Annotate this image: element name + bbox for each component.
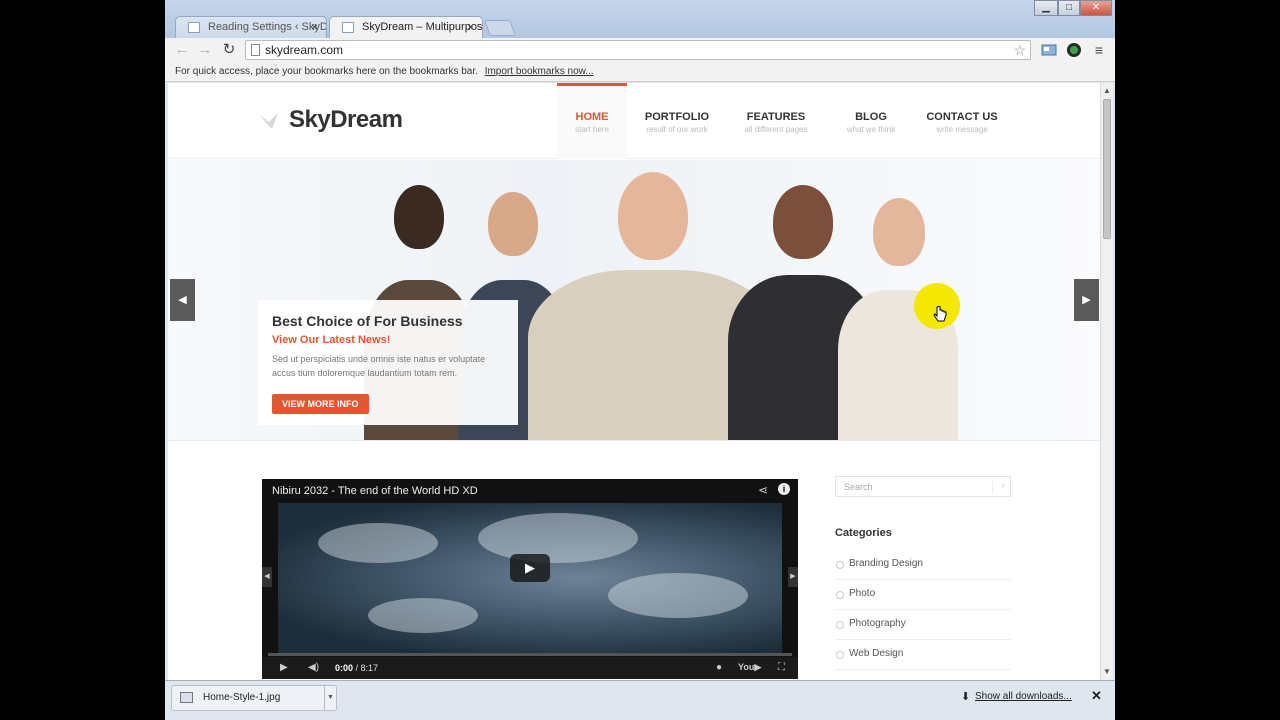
download-arrow-icon: ⬇ [961, 691, 971, 703]
bookmarks-bar: For quick access, place your bookmarks h… [165, 62, 1115, 82]
page-favicon-icon [188, 22, 200, 33]
nav-label: HOME [575, 111, 609, 123]
current-time: 0:00 [335, 663, 354, 673]
settings-icon[interactable]: ● [716, 662, 722, 673]
reload-icon[interactable]: ↻ [220, 41, 238, 59]
search-icon[interactable]: ⌕ [992, 480, 1006, 494]
chevron-down-icon[interactable]: ▼ [324, 686, 336, 710]
image-file-icon [180, 692, 193, 703]
browser-window: Reading Settings ‹ SkyDre × SkyDream – M… [165, 0, 1115, 720]
slide-caption: Best Choice of For Business View Our Lat… [258, 300, 518, 425]
nav-portfolio[interactable]: PORTFOLIO result of our work [632, 83, 722, 159]
site-logo[interactable]: SkyDream [289, 106, 403, 134]
tab-title: SkyDream – Multipurpose [362, 21, 483, 33]
show-all-label: Show all downloads... [975, 691, 1072, 702]
nav-sublabel: result of our work [646, 125, 708, 134]
caption-text: Sed ut perspiciatis unde omnis iste natu… [272, 354, 486, 378]
fullscreen-icon[interactable]: ⛶ [778, 662, 785, 673]
category-branding-design[interactable]: Branding Design [835, 550, 1011, 580]
browser-toolbar: ← → ↻ skydream.com ☆ ≡ [165, 38, 1115, 62]
tab-close-icon[interactable]: × [311, 20, 318, 34]
video-progress[interactable] [268, 653, 792, 656]
search-placeholder: Search [844, 482, 873, 492]
forward-arrow-icon[interactable]: → [196, 41, 214, 59]
nav-label: BLOG [855, 111, 887, 123]
video-time: 0:00 / 8:17 [335, 663, 378, 673]
url-text: skydream.com [265, 43, 344, 57]
play-icon[interactable]: ▶ [280, 662, 288, 673]
tab-strip: Reading Settings ‹ SkyDre × SkyDream – M… [165, 0, 1115, 38]
video-prev-icon[interactable]: ◀ [262, 567, 272, 587]
nav-label: PORTFOLIO [644, 111, 710, 123]
window-close-button[interactable]: ✕ [1080, 0, 1112, 16]
download-filename: Home-Style-1.jpg [203, 692, 281, 703]
web-page: SkyDream HOME start here PORTFOLIO resul… [168, 83, 1100, 680]
volume-icon[interactable]: ◀) [308, 662, 319, 673]
back-arrow-icon[interactable]: ← [173, 41, 191, 59]
show-all-downloads-link[interactable]: ⬇ Show all downloads... [961, 691, 1072, 703]
close-downloads-icon[interactable]: ✕ [1091, 688, 1102, 704]
tab-close-icon[interactable]: × [467, 20, 474, 34]
scrollbar-thumb[interactable] [1103, 99, 1111, 239]
hero-slider: ◀ ▶ Best Choice of For Business View Our… [168, 160, 1100, 441]
maximize-button[interactable]: □ [1058, 0, 1080, 16]
nav-contact[interactable]: CONTACT US write message [917, 83, 1007, 159]
bookmark-star-icon[interactable]: ☆ [1013, 41, 1026, 59]
search-input[interactable]: Search ⌕ [835, 476, 1011, 497]
play-button-icon[interactable]: ▶ [510, 554, 550, 582]
nav-home[interactable]: HOME start here [557, 83, 627, 159]
nav-blog[interactable]: BLOG what we think [831, 83, 911, 159]
bird-logo-icon [260, 113, 278, 129]
page-icon [251, 44, 260, 56]
share-icon[interactable]: ⋖ [758, 483, 768, 497]
tab-reading-settings[interactable]: Reading Settings ‹ SkyDre × [175, 16, 327, 38]
scroll-down-icon[interactable]: ▼ [1103, 667, 1111, 676]
caption-title: Best Choice of For Business [272, 313, 463, 329]
category-web-design[interactable]: Web Design [835, 640, 1011, 670]
video-player[interactable]: Nibiru 2032 - The end of the World HD XD… [262, 479, 798, 679]
duration: / 8:17 [355, 663, 379, 673]
hand-cursor-icon [933, 306, 947, 322]
new-tab-button[interactable] [484, 20, 516, 36]
categories-title: Categories [835, 527, 892, 539]
page-scrollbar[interactable]: ▲ ▼ [1100, 83, 1113, 680]
video-next-icon[interactable]: ▶ [788, 567, 798, 587]
caption-subtitle[interactable]: View Our Latest News! [272, 334, 504, 346]
scroll-up-icon[interactable]: ▲ [1103, 86, 1111, 95]
nav-sublabel: start here [575, 125, 609, 134]
view-more-info-button[interactable]: VIEW MORE INFO [272, 394, 369, 414]
slider-next-arrow-icon[interactable]: ▶ [1074, 279, 1099, 321]
nav-sublabel: all different pages [744, 125, 808, 134]
import-bookmarks-link[interactable]: Import bookmarks now... [485, 66, 594, 77]
minimize-button[interactable]: ▁ [1034, 0, 1058, 16]
nav-sublabel: what we think [846, 125, 896, 134]
tab-title: Reading Settings ‹ SkyDre [208, 21, 327, 33]
bookmarks-hint: For quick access, place your bookmarks h… [175, 66, 478, 77]
site-header: SkyDream HOME start here PORTFOLIO resul… [168, 83, 1100, 159]
nav-label: CONTACT US [926, 111, 998, 123]
nav-features[interactable]: FEATURES all different pages [731, 83, 821, 159]
youtube-logo-icon[interactable]: You▶ [738, 662, 761, 673]
extension-icon[interactable] [1041, 42, 1057, 58]
downloads-bar: Home-Style-1.jpg ▼ ⬇ Show all downloads.… [165, 680, 1115, 720]
video-title[interactable]: Nibiru 2032 - The end of the World HD XD [272, 485, 478, 497]
extension-circle-icon[interactable] [1066, 42, 1082, 58]
category-photography[interactable]: Photography [835, 610, 1011, 640]
category-photo[interactable]: Photo [835, 580, 1011, 610]
menu-icon[interactable]: ≡ [1090, 41, 1108, 59]
address-bar[interactable]: skydream.com ☆ [245, 40, 1031, 60]
info-icon[interactable]: i [778, 483, 790, 495]
page-favicon-icon [342, 22, 354, 33]
slider-prev-arrow-icon[interactable]: ◀ [170, 279, 195, 321]
download-item[interactable]: Home-Style-1.jpg ▼ [171, 685, 337, 711]
nav-sublabel: write message [936, 125, 988, 134]
tab-skydream[interactable]: SkyDream – Multipurpose × [329, 16, 483, 38]
nav-label: FEATURES [746, 111, 806, 123]
